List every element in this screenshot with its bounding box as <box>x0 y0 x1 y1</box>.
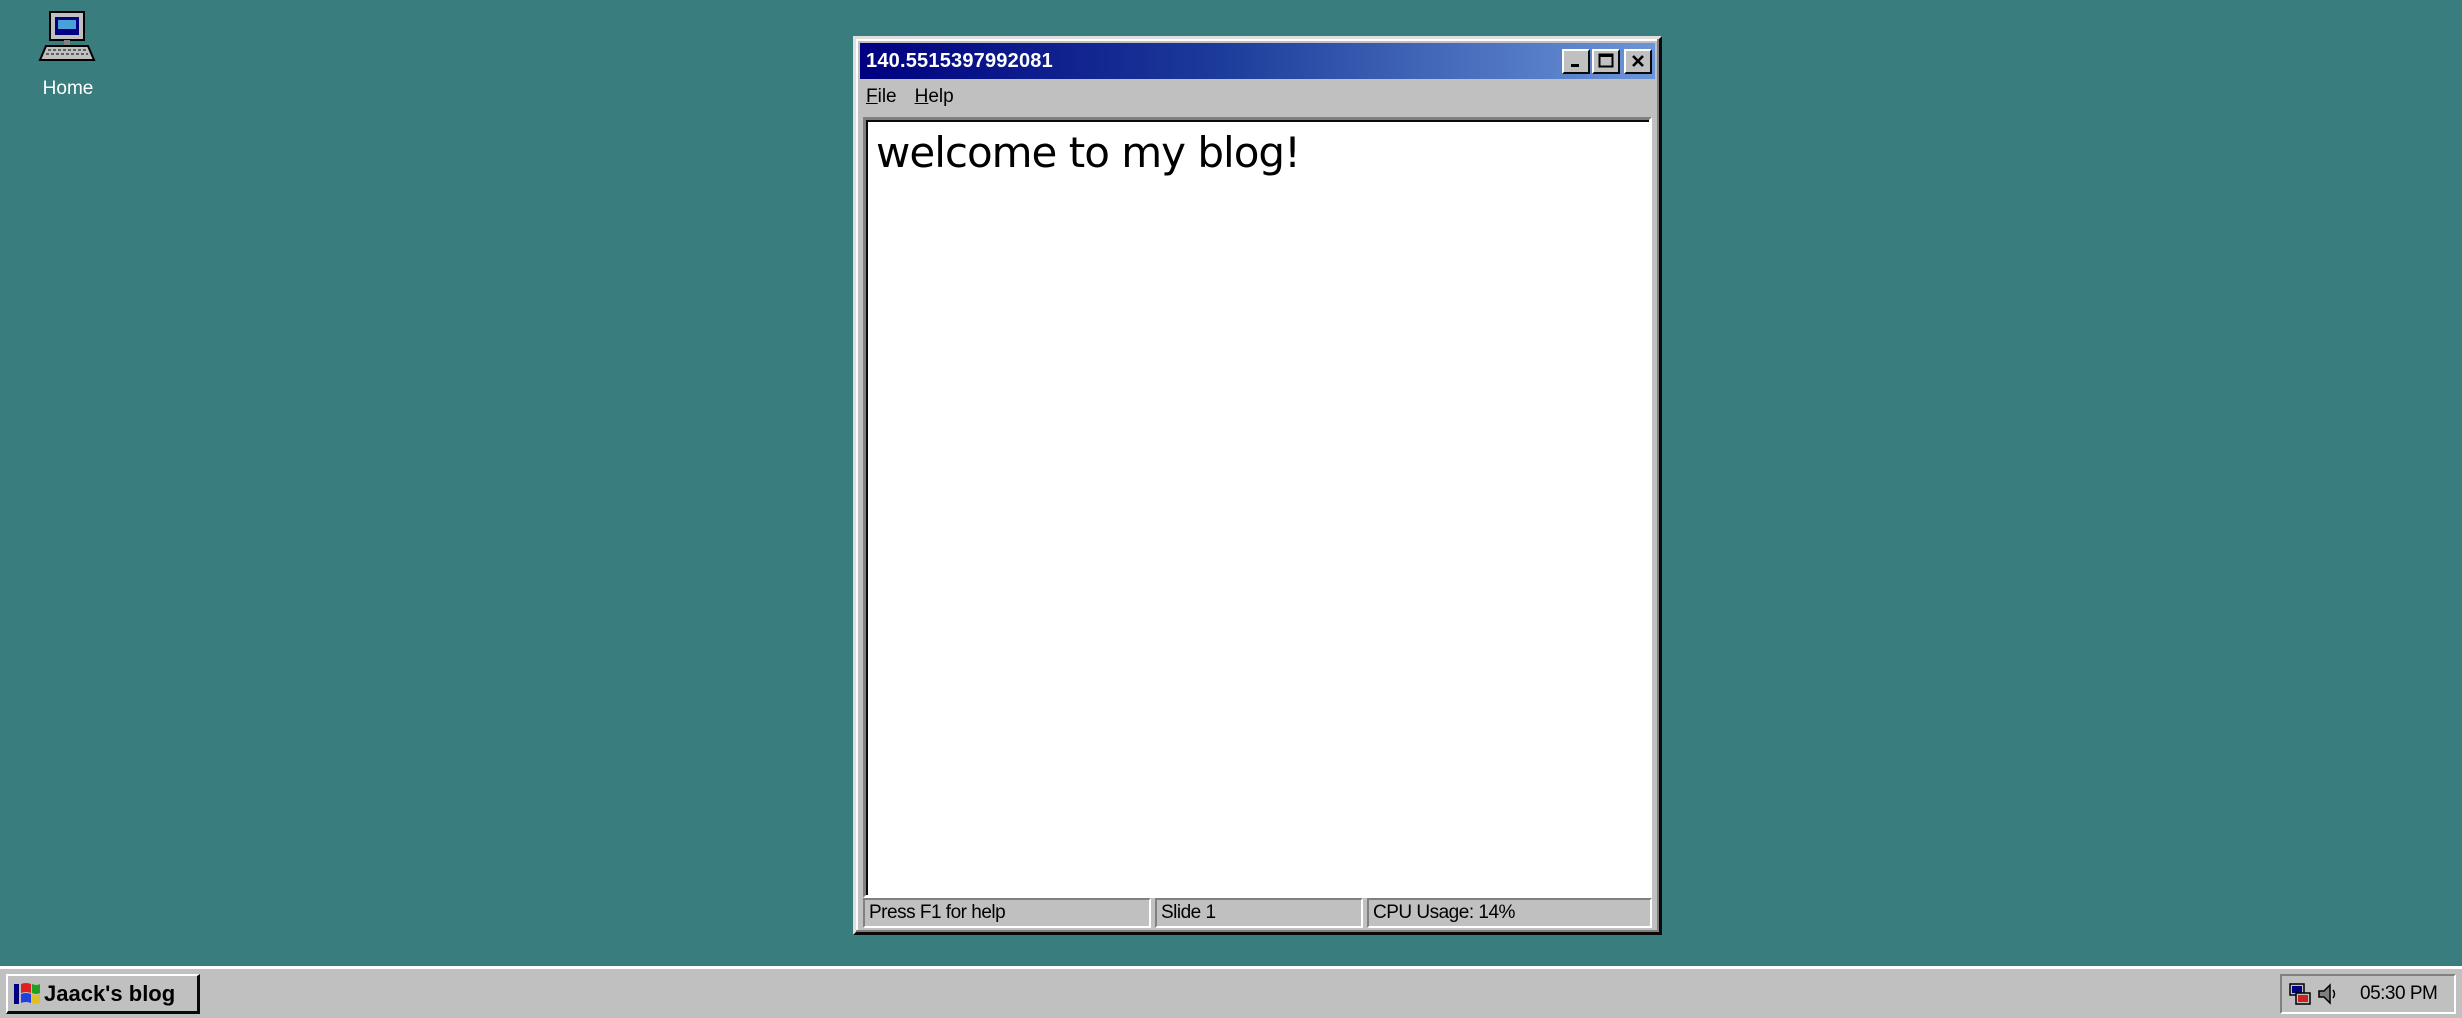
minimize-button[interactable] <box>1562 48 1590 74</box>
maximize-button[interactable] <box>1592 48 1620 74</box>
status-slide: Slide 1 <box>1155 898 1363 928</box>
close-icon <box>1632 55 1644 67</box>
app-window: 140.5515397992081 File Help welcome to m… <box>853 36 1662 935</box>
taskbar: Jaack's blog 05:30 PM <box>0 966 2462 1018</box>
window-title: 140.5515397992081 <box>866 49 1053 72</box>
status-cpu: CPU Usage: 14% <box>1367 898 1652 928</box>
desktop-icon-home[interactable]: Home <box>18 8 118 100</box>
menu-file[interactable]: File <box>866 86 897 108</box>
system-tray: 05:30 PM <box>2280 974 2456 1014</box>
start-button[interactable]: Jaack's blog <box>6 974 200 1014</box>
start-button-label: Jaack's blog <box>44 980 176 1006</box>
speaker-icon[interactable] <box>2316 981 2340 1007</box>
desktop-icon-label: Home <box>42 78 94 99</box>
status-bar: Press F1 for help Slide 1 CPU Usage: 14% <box>863 898 1652 928</box>
content-area[interactable]: welcome to my blog! <box>863 117 1652 898</box>
network-icon[interactable] <box>2288 981 2312 1007</box>
menu-bar: File Help <box>860 79 1655 115</box>
window-controls <box>1560 48 1652 74</box>
menu-help[interactable]: Help <box>915 86 954 108</box>
windows-logo-icon <box>14 982 40 1004</box>
taskbar-clock[interactable]: 05:30 PM <box>2360 983 2438 1005</box>
minimize-icon <box>1571 64 1579 67</box>
blog-welcome-text: welcome to my blog! <box>876 128 1301 177</box>
status-help: Press F1 for help <box>863 898 1151 928</box>
computer-icon <box>38 11 96 61</box>
maximize-icon <box>1598 53 1614 68</box>
close-button[interactable] <box>1624 48 1652 74</box>
window-titlebar[interactable]: 140.5515397992081 <box>860 43 1655 79</box>
